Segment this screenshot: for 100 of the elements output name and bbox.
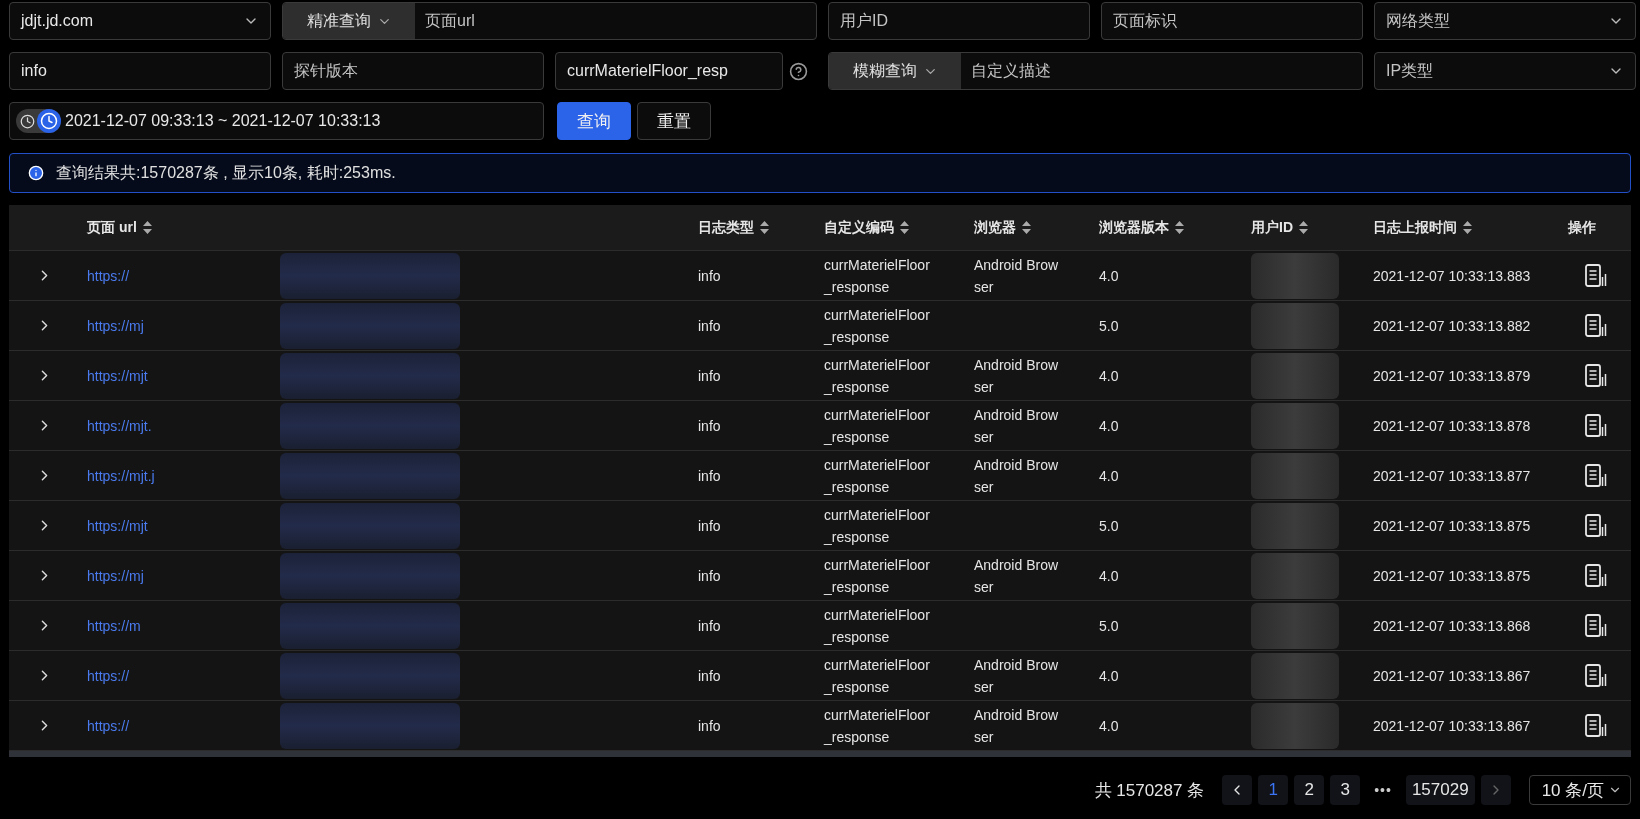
url-link[interactable]: https:// xyxy=(87,717,130,734)
reset-button[interactable]: 重置 xyxy=(637,102,711,140)
query-mode-select[interactable]: 模糊查询 xyxy=(829,53,961,89)
url-link[interactable]: https://m xyxy=(87,617,141,634)
table-cell-text: 4.0 xyxy=(1099,466,1119,486)
url-link[interactable]: https://mjt xyxy=(87,517,148,534)
table-cell-text: 2021-12-07 10:33:13.882 xyxy=(1373,316,1531,336)
clock-toggle-icon[interactable] xyxy=(16,109,61,133)
column-header: 日志类型 xyxy=(690,218,816,237)
network-type-select[interactable]: 网络类型 xyxy=(1374,2,1636,40)
table-cell-text: Android Browser xyxy=(974,405,1060,447)
document-chart-icon[interactable] xyxy=(1584,463,1607,488)
previous-page-button[interactable] xyxy=(1222,775,1253,805)
url-link[interactable]: https://mj xyxy=(87,567,144,584)
document-chart-icon[interactable] xyxy=(1584,513,1607,538)
url-link[interactable]: https://mjt.j xyxy=(87,467,155,484)
url-link[interactable]: https://mjt. xyxy=(87,417,152,434)
table-cell-text: 4.0 xyxy=(1099,366,1119,386)
query-mode-select[interactable]: 精准查询 xyxy=(283,3,415,39)
column-header: 操作 xyxy=(1567,218,1597,237)
table-cell-text: 5.0 xyxy=(1099,316,1119,336)
probe-version-field[interactable]: 探针版本 xyxy=(282,52,544,90)
table-cell-text: 5.0 xyxy=(1099,516,1119,536)
document-chart-icon[interactable] xyxy=(1584,563,1607,588)
sort-icon[interactable] xyxy=(760,221,769,234)
document-chart-icon[interactable] xyxy=(1584,663,1607,688)
page-button[interactable]: 3 xyxy=(1330,775,1361,805)
column-header: 日志上报时间 xyxy=(1365,218,1560,237)
sort-icon[interactable] xyxy=(142,221,152,234)
url-link[interactable]: https://mjt xyxy=(87,367,148,384)
table-cell-text: currMaterielFloor_response xyxy=(824,355,931,397)
table-cell-text: 2021-12-07 10:33:13.868 xyxy=(1373,616,1531,636)
document-chart-icon[interactable] xyxy=(1584,713,1607,738)
page-size-select[interactable]: 10 条/页 xyxy=(1528,775,1631,805)
info-icon xyxy=(28,165,44,181)
table-cell-text: info xyxy=(698,716,721,736)
table-cell-text: info xyxy=(698,416,721,436)
table-cell-text: 2021-12-07 10:33:13.878 xyxy=(1373,416,1531,436)
document-chart-icon[interactable] xyxy=(1584,313,1607,338)
url-query-field[interactable]: 精准查询 页面url xyxy=(282,2,817,40)
document-chart-icon[interactable] xyxy=(1584,613,1607,638)
description-query-field[interactable]: 模糊查询 自定义描述 xyxy=(828,52,1363,90)
sort-icon[interactable] xyxy=(1022,221,1031,234)
document-chart-icon[interactable] xyxy=(1584,263,1607,288)
page-button[interactable]: 2 xyxy=(1294,775,1325,805)
table-cell-text: info xyxy=(698,666,721,686)
sort-icon[interactable] xyxy=(1175,221,1184,234)
document-chart-icon[interactable] xyxy=(1584,413,1607,438)
log-type-field[interactable]: info xyxy=(9,52,271,90)
page-button[interactable]: 1 xyxy=(1258,775,1289,805)
table-cell-text: currMaterielFloor_response xyxy=(824,255,931,297)
table-cell-text: Android Browser xyxy=(974,355,1060,397)
table-cell-text: currMaterielFloor_response xyxy=(824,405,931,447)
page-button[interactable]: 157029 xyxy=(1405,775,1475,805)
table-cell-text: currMaterielFloor_response xyxy=(824,705,931,747)
total-count: 共 1570287 条 xyxy=(1094,779,1205,802)
table-cell-text: 2021-12-07 10:33:13.875 xyxy=(1373,566,1531,586)
page-ellipsis[interactable]: ••• xyxy=(1366,782,1400,798)
column-header: 浏览器 xyxy=(966,218,1091,237)
time-range-picker[interactable]: 2021-12-07 09:33:13 ~ 2021-12-07 10:33:13 xyxy=(9,102,544,140)
document-chart-icon[interactable] xyxy=(1584,363,1607,388)
table-cell-text: 2021-12-07 10:33:13.867 xyxy=(1373,666,1531,686)
table-cell-text: info xyxy=(698,616,721,636)
table-cell-text: currMaterielFloor_response xyxy=(824,655,931,697)
table-cell-text: currMaterielFloor_response xyxy=(824,555,931,597)
table-cell-text: 2021-12-07 10:33:13.883 xyxy=(1373,266,1531,286)
url-link[interactable]: https:// xyxy=(87,667,130,684)
sort-icon[interactable] xyxy=(1299,221,1308,234)
table-cell-text: 4.0 xyxy=(1099,666,1119,686)
table-cell-text: 5.0 xyxy=(1099,616,1119,636)
table-cell-text: currMaterielFloor_response xyxy=(824,305,931,347)
table-cell-text: info xyxy=(698,466,721,486)
table-cell-text: Android Browser xyxy=(974,255,1060,297)
sort-icon[interactable] xyxy=(1463,221,1472,234)
column-header: 页面 url xyxy=(79,218,690,237)
help-icon[interactable] xyxy=(789,61,808,81)
table-cell-text: 2021-12-07 10:33:13.877 xyxy=(1373,466,1531,486)
table-cell-text: Android Browser xyxy=(974,555,1060,597)
table-cell-text: 4.0 xyxy=(1099,566,1119,586)
table-cell-text: 2021-12-07 10:33:13.867 xyxy=(1373,716,1531,736)
table-cell-text: 2021-12-07 10:33:13.879 xyxy=(1373,366,1531,386)
domain-select[interactable]: jdjt.jd.com xyxy=(9,2,271,40)
table-cell-text: currMaterielFloor_response xyxy=(824,455,931,497)
custom-code-field[interactable]: currMaterielFloor_resp xyxy=(555,52,783,90)
table-cell-text: info xyxy=(698,316,721,336)
sort-icon[interactable] xyxy=(900,221,909,234)
ip-type-select[interactable]: IP类型 xyxy=(1374,52,1636,90)
table-cell-text: info xyxy=(698,366,721,386)
table-cell-text: info xyxy=(698,566,721,586)
url-link[interactable]: https://mj xyxy=(87,317,144,334)
url-link[interactable]: https:// xyxy=(87,267,130,284)
table-cell-text: Android Browser xyxy=(974,455,1060,497)
table-cell-text: currMaterielFloor_response xyxy=(824,605,931,647)
table-cell-text: Android Browser xyxy=(974,705,1060,747)
table-cell-text: info xyxy=(698,266,721,286)
search-button[interactable]: 查询 xyxy=(557,102,631,140)
column-header: 用户ID xyxy=(1243,218,1365,237)
table-cell-text: 4.0 xyxy=(1099,266,1119,286)
user-id-field[interactable]: 用户ID xyxy=(828,2,1090,40)
page-tag-field[interactable]: 页面标识 xyxy=(1101,2,1363,40)
